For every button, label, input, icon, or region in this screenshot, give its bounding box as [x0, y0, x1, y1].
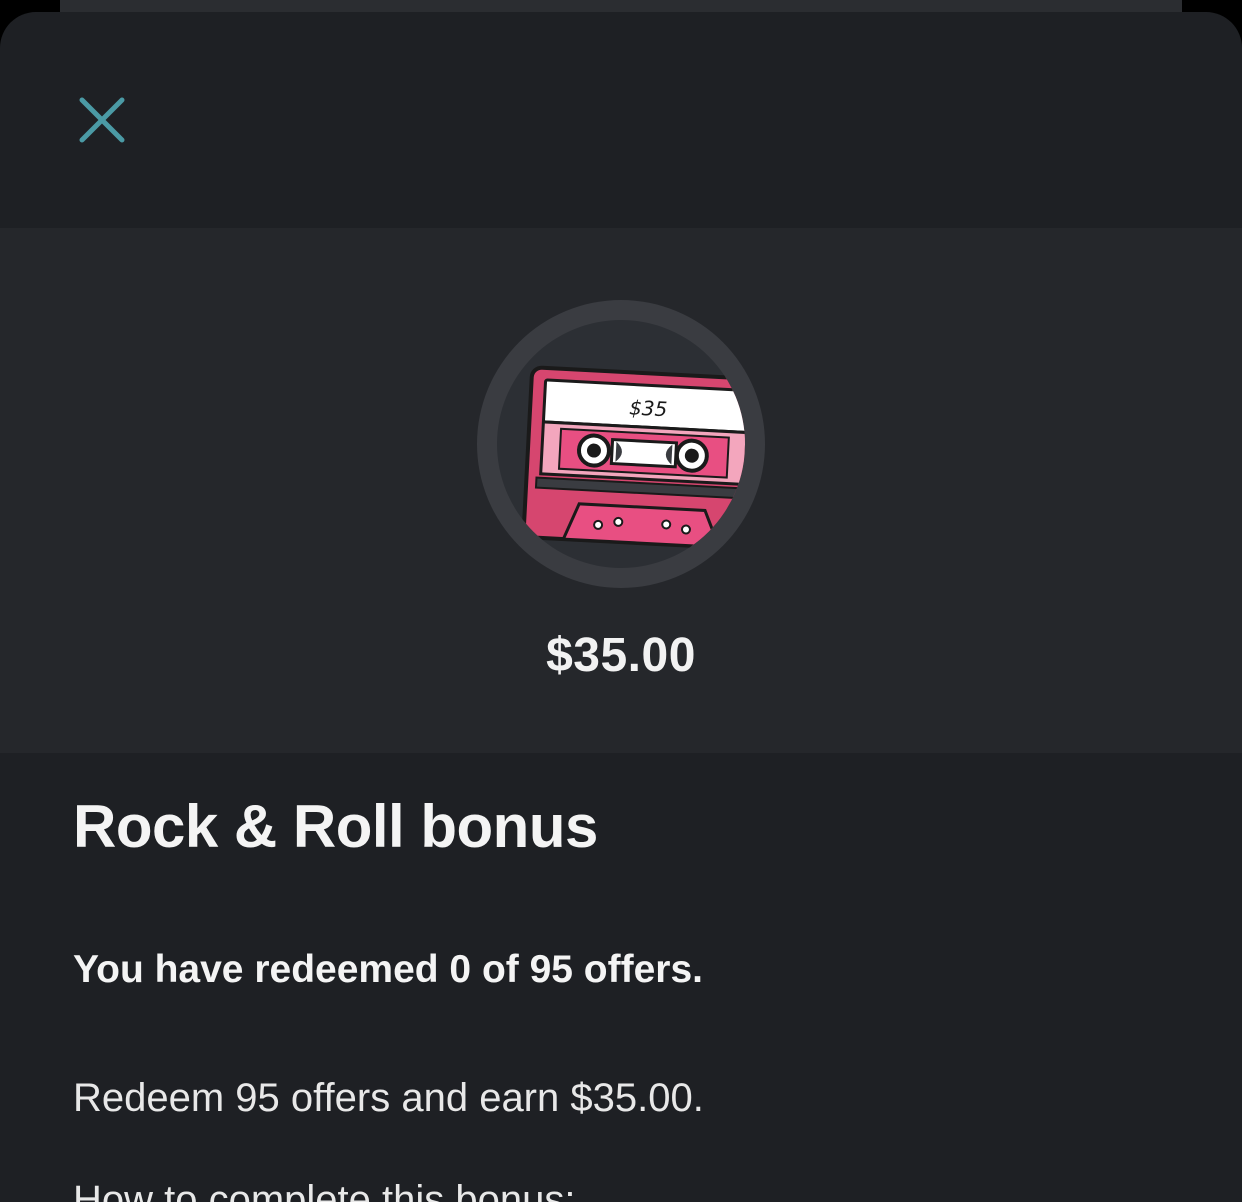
how-to-heading: How to complete this bonus: — [73, 1178, 576, 1202]
close-button[interactable] — [62, 80, 142, 160]
bonus-badge: $35 — [477, 300, 765, 588]
bonus-description: Redeem 95 offers and earn $35.00. — [73, 1076, 704, 1120]
badge-label: $35 — [629, 395, 668, 421]
redeem-status: You have redeemed 0 of 95 offers. — [73, 948, 703, 991]
bonus-hero: $35 $35.00 — [0, 228, 1242, 753]
bonus-amount: $35.00 — [546, 629, 696, 682]
close-icon — [79, 97, 125, 143]
bonus-detail-sheet: $35 $35.00 Rock & Roll bonus You have re… — [0, 12, 1242, 1202]
cassette-tape-icon: $35 — [521, 365, 745, 551]
bonus-title: Rock & Roll bonus — [73, 793, 598, 860]
